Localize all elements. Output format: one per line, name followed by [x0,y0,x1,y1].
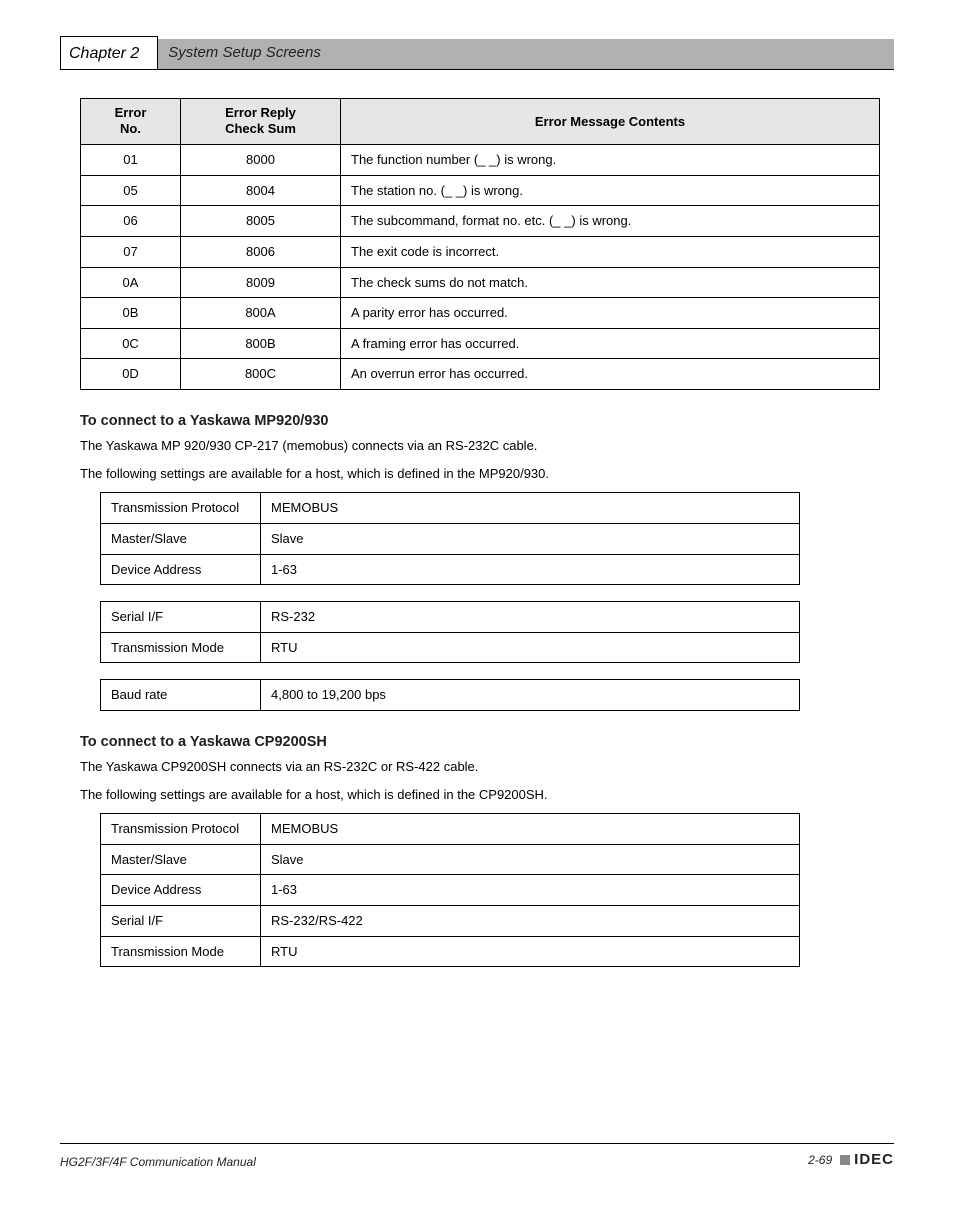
logo-text: IDEC [854,1150,894,1170]
page-header: Chapter 2 System Setup Screens [60,36,894,70]
section-mp920-p2: The following settings are available for… [80,465,894,483]
cell-param-value: 1-63 [261,875,800,906]
cell-param-value: Slave [261,844,800,875]
table-row: Device Address1-63 [101,875,800,906]
table-row: 0B800AA parity error has occurred. [81,298,880,329]
cell-error-msg: A framing error has occurred. [341,328,880,359]
section-cp9200-p2: The following settings are available for… [80,786,894,804]
cell-param-name: Transmission Protocol [101,493,261,524]
cell-error-no: 0B [81,298,181,329]
col-error-msg: Error Message Contents [341,98,880,145]
cell-error-checksum: 800C [181,359,341,390]
table-row: Transmission ProtocolMEMOBUS [101,493,800,524]
cell-error-checksum: 8004 [181,175,341,206]
mp920-table-1: Transmission ProtocolMEMOBUSMaster/Slave… [100,492,800,585]
cell-error-checksum: 8000 [181,145,341,176]
mp920-table-3: Baud rate4,800 to 19,200 bps [100,679,800,711]
cell-param-name: Transmission Mode [101,632,261,663]
footer-page-number: 2-69 [808,1152,832,1168]
cell-param-value: RTU [261,936,800,967]
table-row: 018000The function number (_ _) is wrong… [81,145,880,176]
cell-param-value: MEMOBUS [261,493,800,524]
error-table: ErrorNo. Error ReplyCheck Sum Error Mess… [80,98,880,390]
cell-error-no: 0A [81,267,181,298]
table-row: 0A8009The check sums do not match. [81,267,880,298]
cell-param-name: Transmission Protocol [101,814,261,845]
cell-param-value: RS-232 [261,602,800,633]
cell-param-value: MEMOBUS [261,814,800,845]
table-row: Transmission ModeRTU [101,632,800,663]
cell-error-no: 0D [81,359,181,390]
cell-error-checksum: 800A [181,298,341,329]
cell-param-value: RS-232/RS-422 [261,905,800,936]
cell-error-checksum: 8006 [181,237,341,268]
col-error-checksum: Error ReplyCheck Sum [181,98,341,145]
cell-param-name: Device Address [101,875,261,906]
table-row: Transmission ProtocolMEMOBUS [101,814,800,845]
table-row: Serial I/FRS-232/RS-422 [101,905,800,936]
cell-param-value: RTU [261,632,800,663]
cell-param-name: Master/Slave [101,523,261,554]
cell-error-no: 07 [81,237,181,268]
cell-error-no: 01 [81,145,181,176]
mp920-table-2: Serial I/FRS-232Transmission ModeRTU [100,601,800,663]
footer-manual-title: HG2F/3F/4F Communication Manual [60,1154,256,1170]
table-row: 0D800CAn overrun error has occurred. [81,359,880,390]
cell-error-no: 0C [81,328,181,359]
cell-error-checksum: 8005 [181,206,341,237]
cell-error-msg: An overrun error has occurred. [341,359,880,390]
cell-error-no: 06 [81,206,181,237]
table-row: Device Address1-63 [101,554,800,585]
cell-param-name: Transmission Mode [101,936,261,967]
table-row: 0C800BA framing error has occurred. [81,328,880,359]
table-row: 058004The station no. (_ _) is wrong. [81,175,880,206]
chapter-label: Chapter 2 [60,36,158,69]
section-mp920-title: To connect to a Yaskawa MP920/930 [80,412,894,432]
section-mp920-p1: The Yaskawa MP 920/930 CP-217 (memobus) … [80,437,894,455]
col-error-no: ErrorNo. [81,98,181,145]
table-row: Serial I/FRS-232 [101,602,800,633]
cell-error-checksum: 800B [181,328,341,359]
cell-error-checksum: 8009 [181,267,341,298]
cell-param-name: Serial I/F [101,905,261,936]
cell-error-no: 05 [81,175,181,206]
cell-error-msg: The station no. (_ _) is wrong. [341,175,880,206]
cp9200-table-1: Transmission ProtocolMEMOBUSMaster/Slave… [100,813,800,967]
cell-param-value: 4,800 to 19,200 bps [261,680,800,711]
cell-param-name: Serial I/F [101,602,261,633]
page-footer: HG2F/3F/4F Communication Manual 2-69 IDE… [60,1143,894,1170]
cell-error-msg: The exit code is incorrect. [341,237,880,268]
idec-logo: IDEC [840,1150,894,1170]
logo-square-icon [840,1155,850,1165]
table-row: 078006The exit code is incorrect. [81,237,880,268]
cell-error-msg: A parity error has occurred. [341,298,880,329]
cell-param-name: Baud rate [101,680,261,711]
cell-param-value: Slave [261,523,800,554]
cell-error-msg: The subcommand, format no. etc. (_ _) is… [341,206,880,237]
table-row: Master/SlaveSlave [101,523,800,554]
table-row: Transmission ModeRTU [101,936,800,967]
table-row: Master/SlaveSlave [101,844,800,875]
table-row: Baud rate4,800 to 19,200 bps [101,680,800,711]
cell-error-msg: The check sums do not match. [341,267,880,298]
cell-param-value: 1-63 [261,554,800,585]
cell-error-msg: The function number (_ _) is wrong. [341,145,880,176]
cell-param-name: Device Address [101,554,261,585]
section-cp9200-p1: The Yaskawa CP9200SH connects via an RS-… [80,758,894,776]
section-cp9200-title: To connect to a Yaskawa CP9200SH [80,733,894,753]
table-row: 068005The subcommand, format no. etc. (_… [81,206,880,237]
chapter-title: System Setup Screens [158,39,894,69]
cell-param-name: Master/Slave [101,844,261,875]
